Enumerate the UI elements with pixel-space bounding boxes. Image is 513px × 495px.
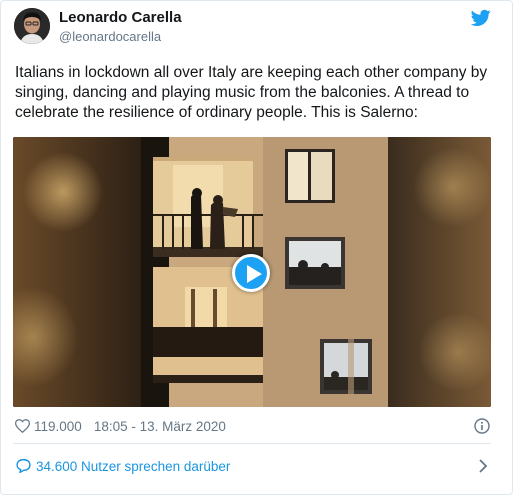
conversation-label: 34.600 Nutzer sprechen darüber [36,458,231,474]
tweet-meta: 119.000 18:05 - 13. März 2020 [15,417,226,435]
reply-bubble-icon [16,458,31,474]
author-handle[interactable]: @leonardocarella [59,29,161,45]
play-icon [247,265,262,283]
author-name[interactable]: Leonardo Carella [59,9,182,27]
tweet-card: Leonardo Carella @leonardocarella Italia… [0,0,513,495]
like-count[interactable]: 119.000 [34,419,82,434]
info-icon[interactable] [474,418,490,434]
chevron-right-icon[interactable] [477,459,489,473]
twitter-bird-icon[interactable] [471,9,491,27]
heart-icon[interactable] [15,419,30,433]
play-button[interactable] [232,254,270,292]
conversation-link[interactable]: 34.600 Nutzer sprechen darüber [13,452,491,480]
tweet-text: Italians in lockdown all over Italy are … [15,64,488,121]
video-player[interactable] [13,137,491,407]
timestamp[interactable]: 18:05 - 13. März 2020 [94,419,226,434]
avatar[interactable] [14,8,50,44]
divider [13,443,491,444]
